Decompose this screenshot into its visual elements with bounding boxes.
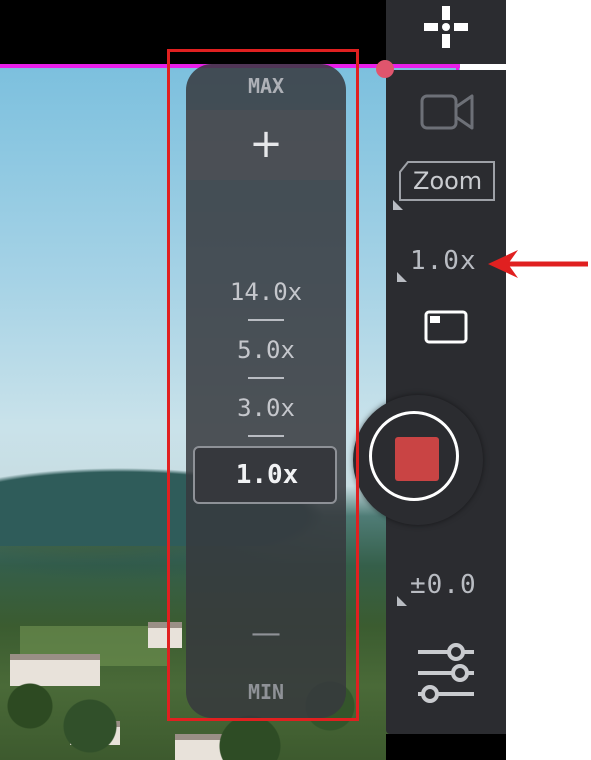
- annotation-arrow-icon: [488, 250, 588, 278]
- guide-intersection-dot: [376, 60, 394, 78]
- annotation-highlight-box: [167, 49, 359, 721]
- aspect-frame-icon[interactable]: [424, 310, 468, 344]
- outer-margin: [506, 0, 591, 760]
- letterbox-bottom-right: [386, 734, 506, 760]
- sliders-icon[interactable]: [414, 642, 478, 704]
- camera-app-screen: Zoom 1.0x ±0.0 MAX + 14.0x 5.0x 3.0x 1.0…: [0, 0, 591, 760]
- corner-indicator: [397, 272, 407, 282]
- exposure-value-readout[interactable]: ±0.0: [410, 570, 477, 600]
- corner-indicator: [393, 200, 403, 210]
- video-camera-icon[interactable]: [420, 92, 474, 132]
- stop-record-icon: [395, 437, 439, 481]
- zoom-tab-label: Zoom: [413, 167, 483, 195]
- crosshair-icon: [424, 6, 468, 48]
- zoom-value-readout[interactable]: 1.0x: [410, 246, 477, 276]
- corner-indicator: [397, 596, 407, 606]
